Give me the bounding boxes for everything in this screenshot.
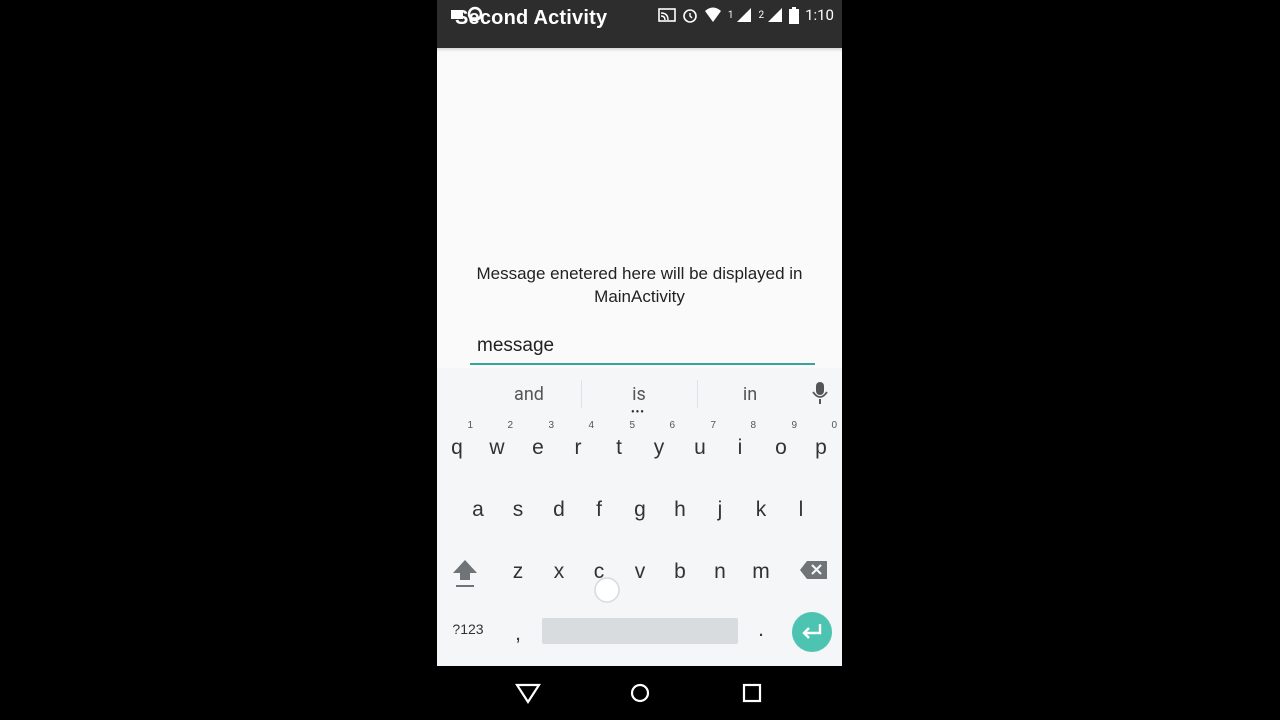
microphone-icon[interactable] xyxy=(812,381,828,405)
key-f[interactable]: f xyxy=(579,482,619,540)
key-i[interactable]: 8i xyxy=(720,420,760,478)
clock: 1:10 xyxy=(805,6,834,24)
key-v[interactable]: v xyxy=(620,544,660,602)
signal-icon-1 xyxy=(737,8,752,22)
more-suggestions-dots: ••• xyxy=(631,407,645,418)
app-bar-shadow xyxy=(437,48,842,52)
key-row-2: a s d f g h j k l xyxy=(437,482,842,544)
sim2-label: 2 xyxy=(758,9,765,21)
sim1-label: 1 xyxy=(727,9,734,21)
key-period[interactable]: . xyxy=(741,602,781,660)
key-m[interactable]: m xyxy=(741,544,781,602)
key-z[interactable]: z xyxy=(498,544,538,602)
key-q[interactable]: 1q xyxy=(437,420,477,478)
key-y[interactable]: 6y xyxy=(639,420,679,478)
wifi-icon xyxy=(704,7,721,22)
signal-icon-2 xyxy=(768,8,783,22)
app-bar: Second Activity 1 2 1:10 xyxy=(437,0,842,48)
home-icon[interactable] xyxy=(626,681,654,705)
symbols-key[interactable]: ?123 xyxy=(447,609,489,667)
key-a[interactable]: a xyxy=(458,482,498,540)
status-icons: 1 2 1:10 xyxy=(658,4,834,26)
key-row-3: z x c v b n m xyxy=(437,544,842,606)
key-r[interactable]: 4r xyxy=(558,420,598,478)
key-p[interactable]: 0p xyxy=(801,420,841,478)
key-g[interactable]: g xyxy=(620,482,660,540)
navigation-bar xyxy=(437,666,842,720)
key-h[interactable]: h xyxy=(660,482,700,540)
battery-icon xyxy=(789,6,800,24)
info-message: Message enetered here will be displayed … xyxy=(476,264,803,306)
key-u[interactable]: 7u xyxy=(680,420,720,478)
phone-screen: Second Activity 1 2 1:10 Message enetere… xyxy=(437,0,842,720)
backspace-icon[interactable] xyxy=(799,560,829,580)
key-row-1: 1q 2w 3e 4r 5t 6y 7u 8i 9o 0p xyxy=(437,420,842,482)
suggestion-divider xyxy=(697,380,698,408)
message-input[interactable] xyxy=(470,329,815,365)
touch-indicator xyxy=(594,577,620,603)
key-d[interactable]: d xyxy=(539,482,579,540)
suggestion-divider xyxy=(581,380,582,408)
key-comma[interactable]: , xyxy=(498,606,538,664)
page-title: Second Activity xyxy=(455,7,608,29)
key-b[interactable]: b xyxy=(660,544,700,602)
key-j[interactable]: j xyxy=(700,482,740,540)
suggestion-3[interactable]: in xyxy=(710,384,790,405)
recents-icon[interactable] xyxy=(738,681,766,705)
suggestion-2[interactable]: is xyxy=(599,384,679,405)
enter-button[interactable] xyxy=(792,612,832,652)
key-e[interactable]: 3e xyxy=(518,420,558,478)
spacebar[interactable] xyxy=(542,618,738,644)
key-o[interactable]: 9o xyxy=(761,420,801,478)
key-w[interactable]: 2w xyxy=(477,420,517,478)
suggestion-strip: and is ••• in xyxy=(437,368,842,420)
key-k[interactable]: k xyxy=(741,482,781,540)
key-n[interactable]: n xyxy=(700,544,740,602)
key-t[interactable]: 5t xyxy=(599,420,639,478)
cast-icon xyxy=(658,8,676,22)
alarm-icon xyxy=(683,9,697,23)
enter-icon xyxy=(802,624,822,639)
soft-keyboard: and is ••• in 1q 2w 3e 4r 5t 6y 7u 8i 9o… xyxy=(437,368,842,666)
key-x[interactable]: x xyxy=(539,544,579,602)
key-s[interactable]: s xyxy=(498,482,538,540)
suggestion-1[interactable]: and xyxy=(489,384,569,405)
back-icon[interactable] xyxy=(514,681,542,705)
shift-icon[interactable] xyxy=(451,558,479,588)
key-l[interactable]: l xyxy=(781,482,821,540)
